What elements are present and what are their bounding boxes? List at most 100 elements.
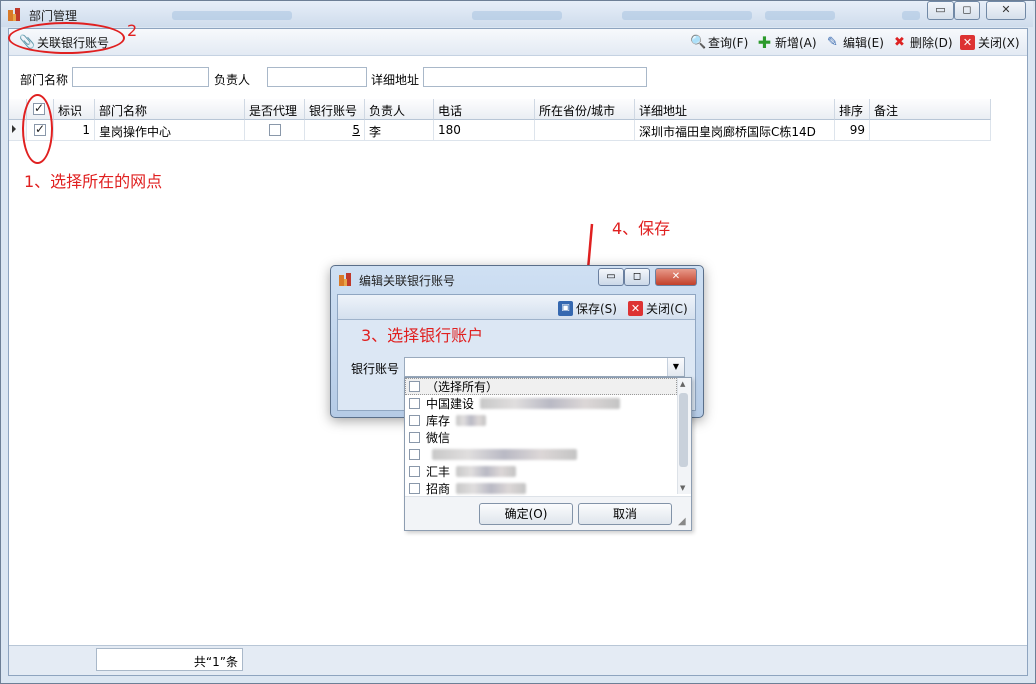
obscured-text — [432, 449, 577, 460]
dropdown-item[interactable] — [409, 446, 577, 463]
item-label: 招商 — [426, 482, 451, 496]
annotation-ring-toolbar — [8, 22, 125, 54]
cell-address[interactable]: 深圳市福田皇岗廊桥国际C栋14D — [635, 120, 835, 141]
delete-label: 删除(D) — [910, 35, 953, 50]
obscured-title-text — [765, 11, 835, 20]
item-label: 中国建设 — [426, 397, 475, 411]
cell-id[interactable]: 1 — [54, 120, 95, 141]
dialog-close-button[interactable]: ✕ 关闭(C) — [628, 299, 688, 317]
cell-owner[interactable]: 李 — [365, 120, 434, 141]
item-label: （选择所有） — [426, 380, 499, 394]
item-checkbox[interactable] — [409, 432, 420, 443]
plus-icon: ✚ — [757, 32, 772, 52]
dialog-app-icon — [339, 273, 351, 286]
current-row-arrow-icon — [12, 125, 16, 133]
dialog-minimize-button[interactable]: ▭ — [598, 268, 624, 286]
header-address[interactable]: 详细地址 — [635, 99, 835, 120]
item-checkbox[interactable] — [409, 381, 420, 392]
item-label: 汇丰 — [426, 465, 451, 479]
item-checkbox[interactable] — [409, 483, 420, 494]
header-remark[interactable]: 备注 — [870, 99, 991, 120]
item-checkbox[interactable] — [409, 466, 420, 477]
resize-grip-icon[interactable]: ◢ — [678, 516, 686, 527]
obscured-text — [456, 483, 527, 494]
add-label: 新增(A) — [775, 35, 817, 50]
obscured-title-text — [472, 11, 562, 20]
query-label: 查询(F) — [708, 35, 749, 50]
maximize-button[interactable]: ◻ — [954, 1, 980, 20]
scroll-down-icon[interactable]: ▼ — [680, 484, 685, 492]
obscured-text — [480, 398, 621, 409]
obscured-text — [456, 415, 487, 426]
item-checkbox[interactable] — [409, 449, 420, 460]
edit-button[interactable]: ✎ 编辑(E) — [825, 33, 884, 51]
dialog-maximize-button[interactable]: ◻ — [624, 268, 650, 286]
obscured-text — [456, 466, 517, 477]
dialog-save-label: 保存(S) — [576, 301, 617, 316]
query-button[interactable]: 🔍 查询(F) — [690, 33, 748, 51]
close-icon: ✕ — [960, 34, 975, 50]
cell-sort[interactable]: 99 — [835, 120, 870, 141]
header-province-city[interactable]: 所在省份/城市 — [535, 99, 635, 120]
dept-name-label: 部门名称 — [20, 73, 69, 87]
dept-name-input[interactable] — [72, 67, 209, 87]
bank-account-label: 银行账号 — [351, 362, 400, 376]
header-phone[interactable]: 电话 — [434, 99, 535, 120]
header-dept-name[interactable]: 部门名称 — [95, 99, 245, 120]
annotation-step1: 1、选择所在的网点 — [24, 172, 163, 191]
annotation-ring-checkbox — [22, 94, 53, 164]
add-button[interactable]: ✚ 新增(A) — [757, 33, 817, 51]
item-label: 微信 — [426, 431, 451, 445]
header-id[interactable]: 标识 — [54, 99, 95, 120]
search-icon: 🔍 — [690, 34, 707, 50]
cell-phone[interactable]: 180 — [434, 120, 535, 141]
bank-account-combobox[interactable] — [404, 357, 685, 377]
edit-label: 编辑(E) — [843, 35, 884, 50]
dropdown-item-select-all[interactable]: （选择所有） — [409, 378, 498, 395]
owner-input[interactable] — [267, 67, 367, 87]
minimize-button[interactable]: ▭ — [927, 1, 954, 20]
dropdown-item[interactable]: 中国建设 — [409, 395, 621, 412]
obscured-title-text — [902, 11, 920, 20]
annotation-step4: 4、保存 — [612, 219, 671, 238]
dropdown-item[interactable]: 汇丰 — [409, 463, 517, 480]
annotation-step2: 2 — [127, 21, 138, 40]
item-label: 库存 — [426, 414, 451, 428]
close-button[interactable]: ✕ 关闭(X) — [960, 33, 1020, 51]
annotation-step3: 3、选择银行账户 — [361, 326, 484, 345]
pencil-icon: ✎ — [827, 34, 838, 50]
header-bank-account[interactable]: 银行账号 — [305, 99, 365, 120]
dialog-save-button[interactable]: ▣ 保存(S) — [558, 299, 617, 317]
chevron-down-icon[interactable]: ▼ — [667, 358, 684, 376]
scroll-up-icon[interactable]: ▲ — [680, 380, 685, 388]
close-label: 关闭(X) — [978, 35, 1020, 50]
item-checkbox[interactable] — [409, 415, 420, 426]
cell-remark[interactable] — [870, 120, 991, 141]
cell-is-agent[interactable] — [245, 120, 305, 141]
cell-bank-account[interactable]: 5 — [305, 120, 365, 141]
dropdown-item[interactable]: 招商 — [409, 480, 527, 497]
dropdown-item[interactable]: 库存 — [409, 412, 487, 429]
obscured-title-text — [622, 11, 752, 20]
address-input[interactable] — [423, 67, 647, 87]
dropdown-item[interactable]: 微信 — [409, 429, 450, 446]
close-window-button[interactable]: ✕ — [986, 1, 1026, 20]
dialog-close-label: 关闭(C) — [646, 301, 688, 316]
dialog-title: 编辑关联银行账号 — [359, 274, 456, 288]
cell-dept-name[interactable]: 皇岗操作中心 — [95, 120, 245, 141]
dropdown-cancel-button[interactable]: 取消 — [578, 503, 672, 525]
delete-button[interactable]: ✖ 删除(D) — [892, 33, 953, 51]
app-icon — [8, 8, 20, 21]
floppy-disk-icon: ▣ — [558, 300, 573, 316]
is-agent-checkbox[interactable] — [268, 124, 281, 136]
dropdown-ok-button[interactable]: 确定(O) — [479, 503, 573, 525]
cell-province-city[interactable] — [535, 120, 635, 141]
address-label: 详细地址 — [371, 73, 420, 87]
dialog-close-window-button[interactable]: ✕ — [655, 268, 697, 286]
scrollbar-thumb[interactable] — [679, 393, 688, 467]
header-owner[interactable]: 负责人 — [365, 99, 434, 120]
item-checkbox[interactable] — [409, 398, 420, 409]
close-icon: ✕ — [628, 300, 643, 316]
header-is-agent[interactable]: 是否代理 — [245, 99, 305, 120]
header-sort[interactable]: 排序 — [835, 99, 870, 120]
